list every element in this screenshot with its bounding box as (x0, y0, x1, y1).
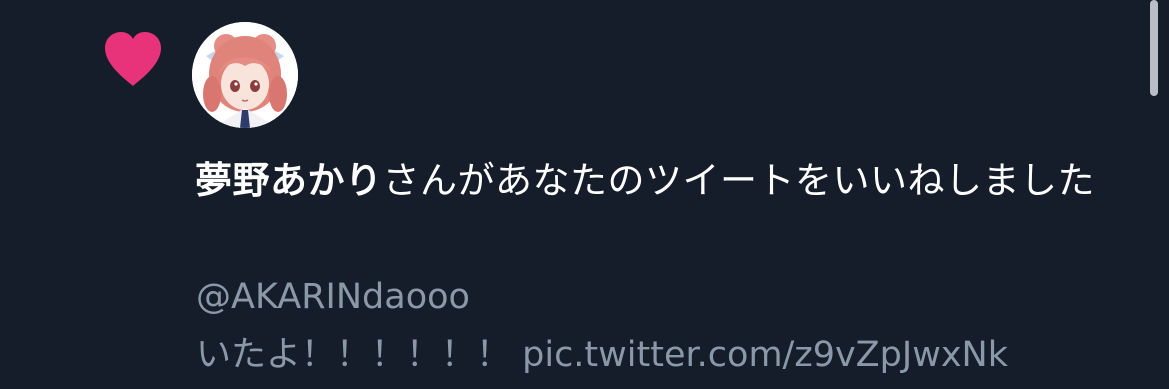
avatar[interactable] (192, 22, 298, 128)
notification-message: 夢野あかりさんがあなたのツイートをいいねしました (195, 152, 1125, 210)
user-handle[interactable]: @AKARINdaooo (196, 273, 470, 321)
user-name[interactable]: 夢野あかり (195, 159, 383, 202)
message-text: さんがあなたのツイートをいいねしました (382, 159, 1095, 202)
heart-icon (105, 32, 161, 86)
like-notification[interactable]: 夢野あかりさんがあなたのツイートをいいねしました @AKARINdaooo いた… (0, 0, 1169, 389)
scrollbar[interactable] (1150, 0, 1158, 96)
tweet-preview-text[interactable]: いたよ！！！！！！ pic.twitter.com/z9vZpJwxNk (196, 331, 1008, 379)
user-avatar-icon (192, 22, 298, 128)
